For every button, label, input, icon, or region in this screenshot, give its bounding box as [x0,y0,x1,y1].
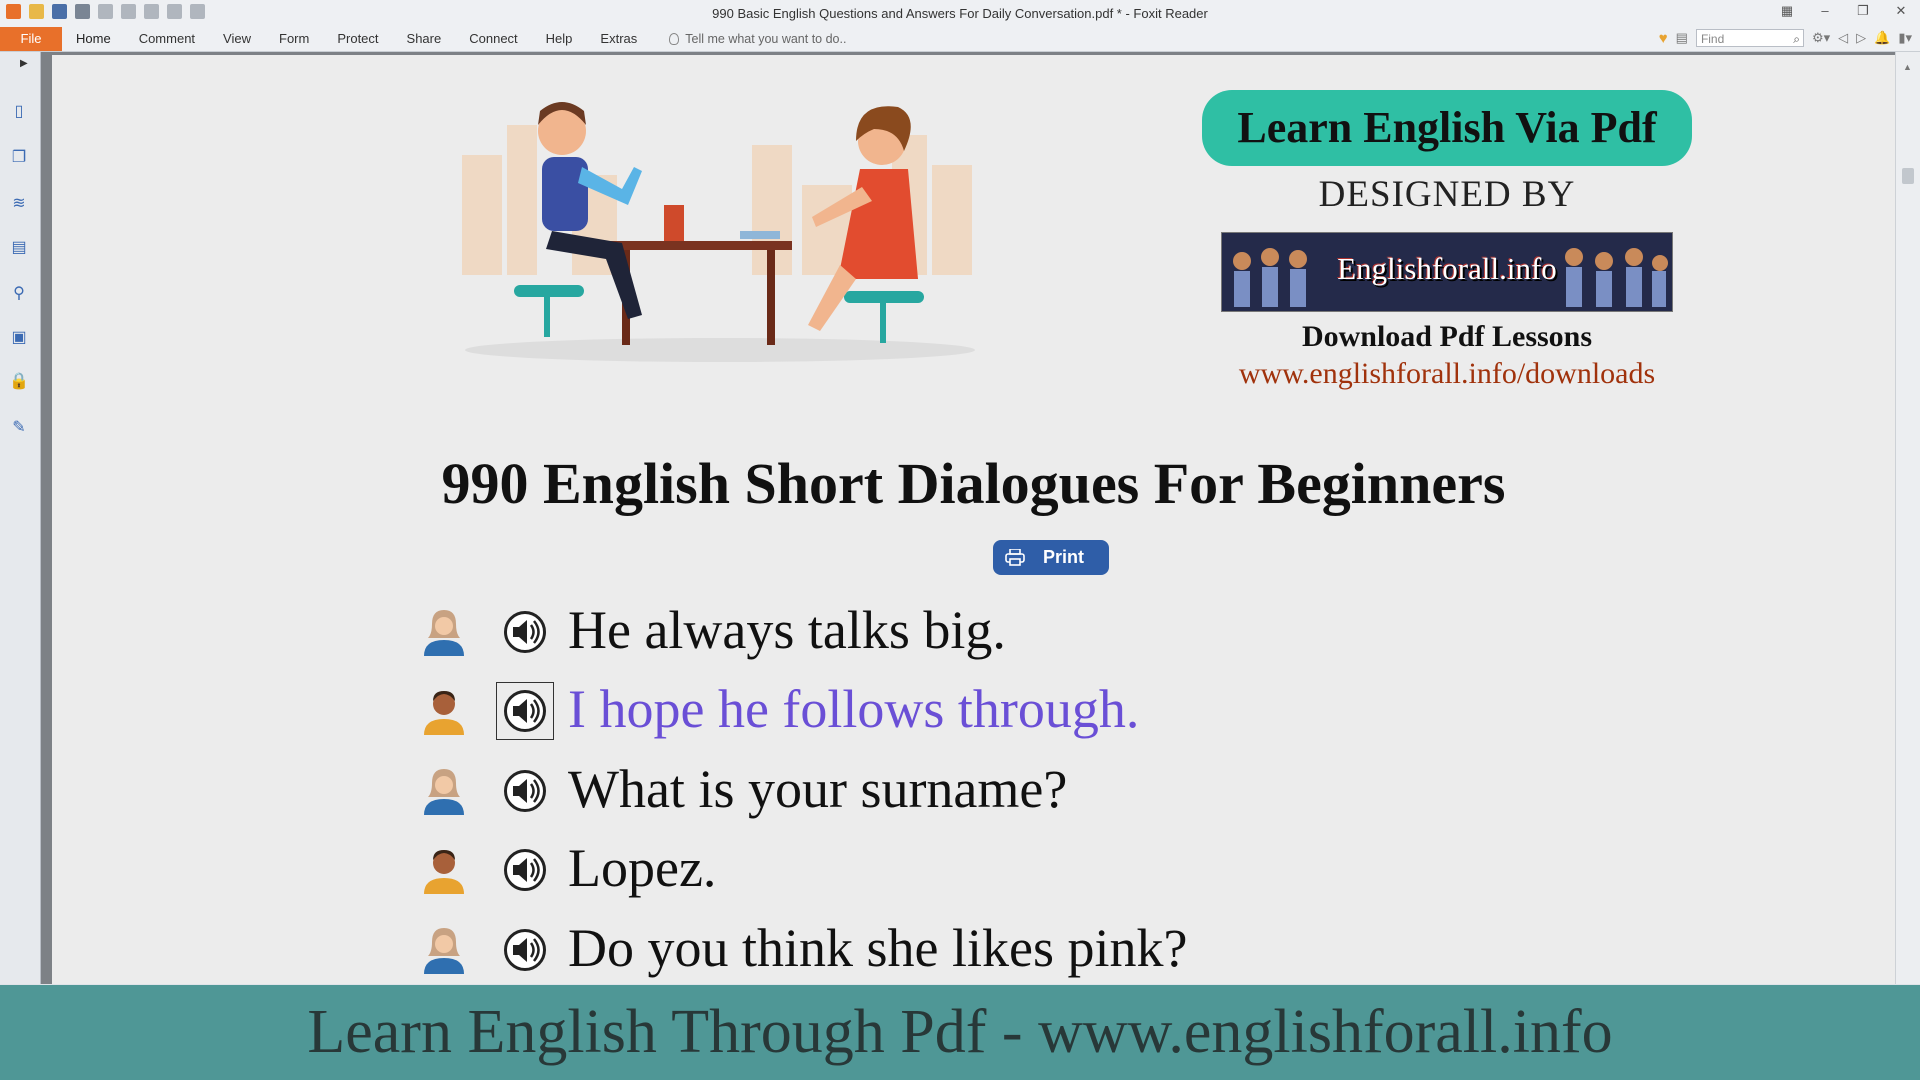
dialogue-line: Lopez. [52,836,1452,900]
find-placeholder: Find [1700,32,1725,46]
dialogue-line: I hope he follows through. [52,677,1452,741]
tab-protect[interactable]: Protect [323,27,392,51]
restore-icon[interactable]: ❐ [1856,3,1870,19]
dialogue-text: He always talks big. [568,600,1006,660]
pdf-page: Learn English Via Pdf DESIGNED BY Englis… [52,55,1895,984]
audio-speaker-icon[interactable] [503,928,547,972]
print-button[interactable]: Print [993,540,1109,575]
banner-text: Englishforall.info [1337,251,1557,286]
tell-me-text: Tell me what you want to do.. [685,32,847,46]
favorite-icon[interactable]: ♥ [1659,30,1668,47]
dialogue-line: What is your surname? [52,757,1452,821]
tell-me-box[interactable]: Tell me what you want to do.. [651,32,846,46]
designed-by-label: DESIGNED BY [1318,174,1576,215]
tab-help[interactable]: Help [532,27,587,51]
expand-arrow-icon[interactable]: ▶ [20,58,28,69]
male-avatar-icon [424,850,464,894]
account-icon[interactable]: ▮▾ [1898,30,1912,46]
next-icon[interactable]: ▷ [1856,30,1866,46]
vertical-scrollbar[interactable]: ▲ [1895,52,1920,984]
file-tab[interactable]: File [0,27,62,51]
folder-search-icon[interactable]: ▤ [1676,30,1688,46]
ribbon-toggle-icon[interactable]: ▦ [1780,3,1794,19]
settings-gear-icon[interactable]: ⚙▾ [1812,30,1830,46]
brand-badge: Learn English Via Pdf [1202,90,1692,166]
tab-extras[interactable]: Extras [586,27,651,51]
female-avatar-icon [424,610,464,656]
female-avatar-icon [424,769,464,815]
comments-icon[interactable]: ▤ [9,238,29,258]
lightbulb-icon [669,33,680,45]
window-controls: ▦ – ❐ ✕ [1780,3,1908,19]
menu-bar: File Home Comment View Form Protect Shar… [0,27,1920,52]
notification-bell-icon[interactable]: 🔔 [1874,30,1890,46]
layers-icon[interactable]: ≋ [9,194,29,214]
menu-tabs: Home Comment View Form Protect Share Con… [62,27,846,51]
navigation-sidebar: ▶ ▯ ❐ ≋ ▤ ⚲ ▣ 🔒 ✎ [0,52,41,984]
pages-icon[interactable]: ❐ [9,148,29,168]
attachment-icon[interactable]: ⚲ [9,284,29,304]
signature-icon[interactable]: ▣ [9,328,29,348]
download-title: Download Pdf Lessons [1301,320,1593,353]
search-tool-icon[interactable]: ✎ [9,418,29,438]
document-viewport[interactable]: Learn English Via Pdf DESIGNED BY Englis… [41,52,1895,984]
dialogue-line: He always talks big. [52,598,1452,662]
printer-icon [1005,549,1025,566]
audio-speaker-icon[interactable] [503,848,547,892]
tab-view[interactable]: View [209,27,265,51]
title-bar: 990 Basic English Questions and Answers … [0,0,1920,27]
audio-speaker-icon[interactable] [503,769,547,813]
tab-share[interactable]: Share [393,27,456,51]
scroll-up-icon[interactable]: ▲ [1903,62,1912,72]
footer-caption-text: Learn English Through Pdf - www.englishf… [307,998,1613,1066]
dialogue-text-highlighted: I hope he follows through. [568,679,1140,739]
lock-icon[interactable]: 🔒 [9,372,29,392]
tab-connect[interactable]: Connect [455,27,531,51]
female-avatar-icon [424,928,464,974]
dialogue-text: What is your surname? [568,759,1068,819]
audio-speaker-icon[interactable] [496,682,554,740]
close-icon[interactable]: ✕ [1894,3,1908,19]
dialogue-text: Do you think she likes pink? [568,918,1188,978]
scrollbar-thumb[interactable] [1902,168,1914,184]
bookmark-icon[interactable]: ▯ [9,102,29,122]
previous-icon[interactable]: ◁ [1838,30,1848,46]
brand-badge-text: Learn English Via Pdf [1237,103,1657,152]
conversation-illustration [452,95,988,365]
tab-comment[interactable]: Comment [125,27,209,51]
search-icon[interactable]: ⌕ [1793,30,1800,48]
tab-home[interactable]: Home [62,27,125,51]
audio-speaker-icon[interactable] [503,610,547,654]
find-input[interactable]: Find ⌕ [1695,29,1804,48]
page-title: 990 English Short Dialogues For Beginner… [441,451,1506,516]
print-label: Print [1043,547,1085,567]
englishforall-banner[interactable]: Englishforall.info [1221,232,1673,312]
minimize-icon[interactable]: – [1818,3,1832,19]
menu-right-controls: ♥ ▤ Find ⌕ ⚙▾ ◁ ▷ 🔔 ▮▾ [1659,29,1912,47]
footer-caption-bar: Learn English Through Pdf - www.englishf… [0,985,1920,1080]
dialogue-text: Lopez. [568,838,717,898]
download-url-link[interactable]: www.englishforall.info/downloads [1202,357,1692,391]
tab-form[interactable]: Form [265,27,323,51]
dialogue-line: Do you think she likes pink? [52,916,1452,980]
window-title: 990 Basic English Questions and Answers … [712,6,1208,21]
male-avatar-icon [424,691,464,735]
